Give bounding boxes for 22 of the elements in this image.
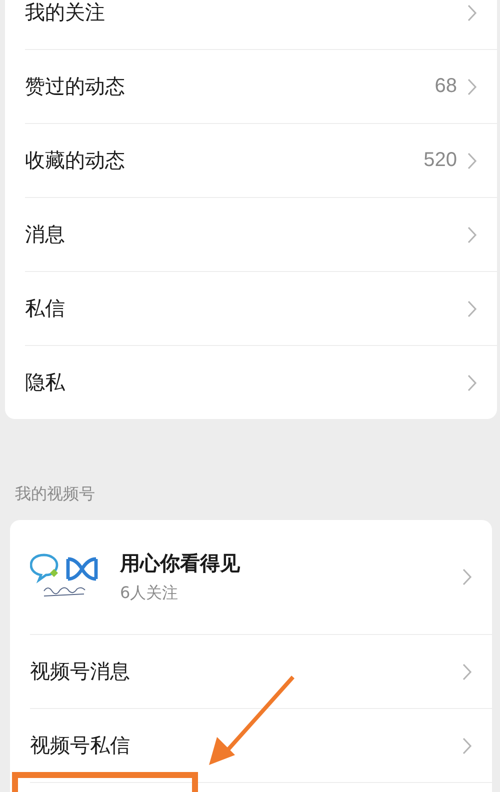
chevron-icon: [467, 4, 477, 22]
menu-item[interactable]: 我的关注: [25, 0, 497, 50]
account-name: 用心你看得见: [120, 550, 241, 577]
account-row[interactable]: 用心你看得见 6人关注: [30, 520, 492, 635]
menu-item[interactable]: 收藏的动态 520: [25, 124, 497, 198]
chevron-icon: [467, 300, 477, 318]
section-title: 我的视频号: [15, 484, 95, 505]
chevron-icon: [462, 568, 472, 586]
chevron-icon: [462, 736, 472, 754]
chevron-icon: [462, 662, 472, 680]
menu-item[interactable]: 隐私: [25, 346, 497, 419]
chevron-icon: [467, 374, 477, 392]
menu-item[interactable]: 视频号消息: [30, 635, 492, 709]
follower-count: 6人关注: [120, 583, 180, 604]
chevron-icon: [467, 78, 477, 96]
menu-item[interactable]: 消息: [25, 198, 497, 272]
chevron-icon: [467, 226, 477, 244]
item-count: 520: [424, 149, 457, 172]
item-count: 68: [434, 75, 457, 98]
menu-item[interactable]: 私信: [25, 272, 497, 346]
chevron-icon: [467, 152, 477, 170]
menu-item[interactable]: 赞过的动态 68: [25, 50, 497, 124]
